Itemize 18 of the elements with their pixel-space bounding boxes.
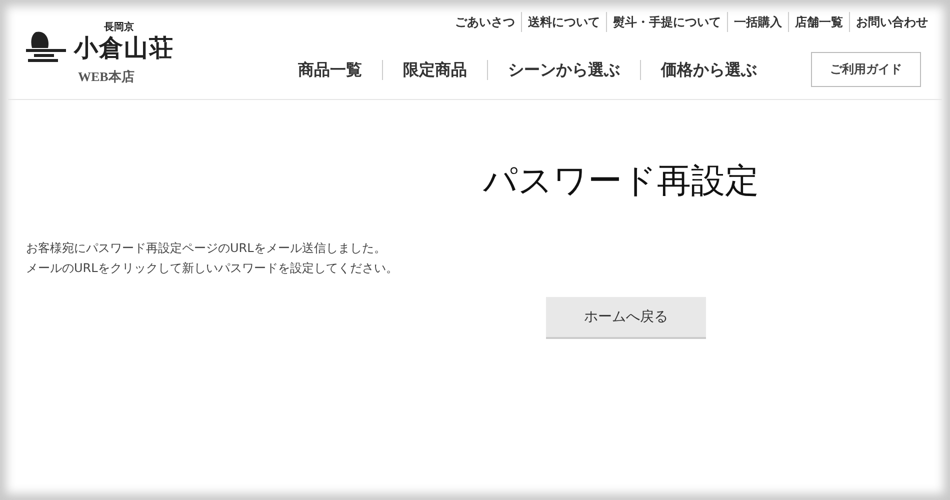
top-link[interactable]: お問い合わせ bbox=[849, 12, 934, 32]
message-text: お客様宛にパスワード再設定ページのURLをメール送信しました。 bbox=[26, 240, 387, 257]
top-link[interactable]: 店舗一覧 bbox=[788, 12, 849, 32]
nav-link[interactable]: 価格から選ぶ bbox=[640, 60, 777, 80]
home-button[interactable]: ホームへ戻る bbox=[546, 297, 706, 339]
nav-link[interactable]: 限定商品 bbox=[382, 60, 487, 80]
nav-link[interactable]: シーンから選ぶ bbox=[487, 60, 640, 80]
logo-subtitle: 長岡京 bbox=[104, 20, 135, 34]
top-link[interactable]: 送料について bbox=[521, 12, 606, 32]
guide-button[interactable]: ご利用ガイド bbox=[811, 52, 921, 87]
top-link[interactable]: 一括購入 bbox=[727, 12, 788, 32]
nav-link[interactable]: 商品一覧 bbox=[278, 60, 382, 80]
message-text: メールのURLをクリックして新しいパスワードを設定してください。 bbox=[26, 260, 399, 277]
page-title: パスワード再設定 bbox=[483, 160, 760, 203]
top-link[interactable]: ごあいさつ bbox=[449, 12, 521, 32]
top-link[interactable]: 熨斗・手提について bbox=[606, 12, 727, 32]
logo-name[interactable]: 小倉山荘 bbox=[74, 34, 174, 62]
store-label: WEB本店 bbox=[78, 68, 136, 86]
